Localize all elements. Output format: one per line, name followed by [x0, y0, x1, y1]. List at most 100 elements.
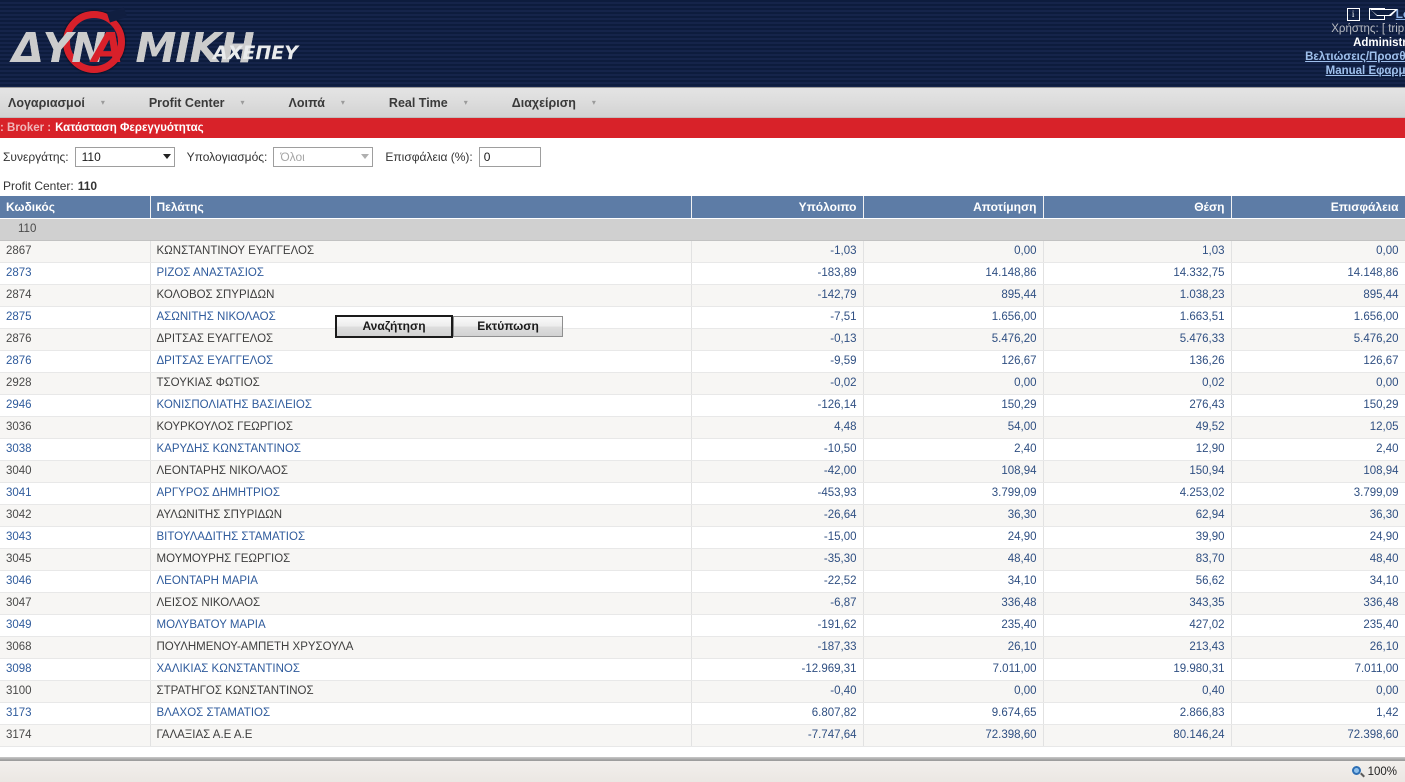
cell-code[interactable]: 3049 — [0, 614, 151, 637]
column-header-code[interactable]: Κωδικός — [0, 196, 151, 219]
cell-code[interactable]: 3046 — [0, 570, 151, 593]
column-header-client[interactable]: Πελάτης — [150, 196, 692, 219]
nav-item-profit-center[interactable]: Profit Center ▾ — [149, 96, 245, 110]
table-row[interactable]: 2867 ΚΩΝΣΤΑΝΤΙΝΟΥ ΕΥΑΓΓΕΛΟΣ -1,03 0,00 1,03 0… — [0, 240, 1405, 263]
cell-valuation: 26,10 — [863, 636, 1044, 659]
table-row[interactable]: 2873 ΡΙΖΟΣ ΑΝΑΣΤΑΣΙΟΣ -183,89 14.148,86 14.3… — [0, 262, 1405, 285]
cell-balance: 4,48 — [691, 416, 864, 439]
table-row[interactable]: 3046 ΛΕΟΝΤΑΡΗ ΜΑΡΙΑ -22,52 34,10 56,62 34,10 — [0, 570, 1405, 593]
table-row[interactable]: 3098 ΧΑΛΙΚΙΑΣ ΚΩΝΣΤΑΝΤΙΝΟΣ -12.969,31 7.011… — [0, 658, 1405, 681]
table-row[interactable]: 3045 ΜΟΥΜΟΥΡΗΣ ΓΕΩΡΓΙΟΣ -35,30 48,40 83,70 48… — [0, 548, 1405, 571]
cell-code[interactable]: 3036 — [0, 416, 151, 439]
table-row[interactable]: 3036 ΚΟΥΡΚΟΥΛΟΣ ΓΕΩΡΓΙΟΣ 4,48 54,00 49,52 12,… — [0, 416, 1405, 439]
cell-balance: 6.807,82 — [691, 702, 864, 725]
table-row[interactable]: 3047 ΛΕΙΣΟΣ ΝΙΚΟΛΑΟΣ -6,87 336,48 343,35 336,… — [0, 592, 1405, 615]
table-row[interactable]: 3040 ΛΕΟΝΤΑΡΗΣ ΝΙΚΟΛΑΟΣ -42,00 108,94 150,94… — [0, 460, 1405, 483]
nav-label: Profit Center — [148, 95, 225, 110]
table-row[interactable]: 3068 ΠΟΥΛΗΜΕΝΟΥ-ΑΜΠΕΤΗ ΧΡΥΣΟΥΛΑ -187,33 26,… — [0, 636, 1405, 659]
risk-input[interactable] — [478, 146, 541, 167]
table-row[interactable]: 2876 ΔΡΙΤΣΑΣ ΕΥΑΓΓΕΛΟΣ -9,59 126,67 136,26 12… — [0, 350, 1405, 373]
cell-code[interactable]: 3038 — [0, 438, 151, 461]
nav-item-diaxeirisi[interactable]: Διαχείριση ▾ — [512, 96, 596, 110]
group-row-label: 110 — [0, 218, 1405, 241]
cell-code[interactable]: 2876 — [0, 350, 151, 373]
table-row[interactable]: 3173 ΒΛΑΧΟΣ ΣΤΑΜΑΤΙΟΣ 6.807,82 9.674,65 2.86… — [0, 702, 1405, 725]
table-row[interactable]: 2946 ΚΟΝΙΣΠΟΛΙΑΤΗΣ ΒΑΣΙΛΕΙΟΣ -126,14 150,29… — [0, 394, 1405, 417]
table-row[interactable]: 3049 ΜΟΛΥΒΑΤΟΥ ΜΑΡΙΑ -191,62 235,40 427,02 23… — [0, 614, 1405, 637]
cell-code[interactable]: 2867 — [0, 240, 151, 263]
cell-balance: -7.747,64 — [691, 724, 864, 747]
cell-client: ΚΩΝΣΤΑΝΤΙΝΟΥ ΕΥΑΓΓΕΛΟΣ — [150, 240, 692, 263]
cell-code[interactable]: 3173 — [0, 702, 151, 725]
table-row[interactable]: 2928 ΤΣΟΥΚΙΑΣ ΦΩΤΙΟΣ -0,02 0,00 0,02 0,00 — [0, 372, 1405, 395]
cell-client[interactable]: ΚΟΝΙΣΠΟΛΙΑΤΗΣ ΒΑΣΙΛΕΙΟΣ — [150, 394, 692, 417]
cell-code[interactable]: 3043 — [0, 526, 151, 549]
table-row[interactable]: 2876 ΔΡΙΤΣΑΣ ΕΥΑΓΓΕΛΟΣ -0,13 5.476,20 5.476,… — [0, 328, 1405, 351]
nav-label: Real Time — [388, 95, 448, 110]
column-header-risk[interactable]: Επισφάλεια — [1231, 196, 1405, 219]
cell-client[interactable]: ΧΑΛΙΚΙΑΣ ΚΩΝΣΤΑΝΤΙΝΟΣ — [150, 658, 692, 681]
cell-code[interactable]: 2946 — [0, 394, 151, 417]
improvements-link[interactable]: Βελτιώσεις/Προσθήκ — [985, 50, 1405, 64]
cell-code[interactable]: 3041 — [0, 482, 151, 505]
envelope-icon[interactable] — [1368, 8, 1398, 20]
cell-client[interactable]: ΛΕΟΝΤΑΡΗ ΜΑΡΙΑ — [150, 570, 692, 593]
cell-valuation: 1.656,00 — [863, 306, 1044, 329]
cell-risk: 235,40 — [1231, 614, 1405, 637]
cell-code[interactable]: 3098 — [0, 658, 151, 681]
cell-code[interactable]: 2874 — [0, 284, 151, 307]
cell-position: 1.663,51 — [1043, 306, 1232, 329]
cell-code[interactable]: 3045 — [0, 548, 151, 571]
breadcrumb: : Broker : Κατάσταση Φερεγγυότητας — [0, 118, 1405, 138]
search-button[interactable]: Αναζήτηση — [335, 315, 453, 338]
cell-client[interactable]: ΜΟΛΥΒΑΤΟΥ ΜΑΡΙΑ — [150, 614, 692, 637]
user-name-line: Χρήστης: [ tripho — [1331, 23, 1405, 35]
calculation-select[interactable]: Όλοι — [273, 146, 374, 167]
cell-risk: 14.148,86 — [1231, 262, 1405, 285]
cell-client[interactable]: ΡΙΖΟΣ ΑΝΑΣΤΑΣΙΟΣ — [150, 262, 692, 285]
cell-risk: 0,00 — [1231, 680, 1405, 703]
cell-code[interactable]: 2873 — [0, 262, 151, 285]
cell-client[interactable]: ΑΡΓΥΡΟΣ ΔΗΜΗΤΡΙΟΣ — [150, 482, 692, 505]
cell-code[interactable]: 2928 — [0, 372, 151, 395]
zoom-control[interactable]: 100% — [1351, 765, 1397, 778]
cell-client[interactable]: ΔΡΙΤΣΑΣ ΕΥΑΓΓΕΛΟΣ — [150, 350, 692, 373]
cell-position: 1.038,23 — [1043, 284, 1232, 307]
table-row[interactable]: 2875 ΑΣΩΝΙΤΗΣ ΝΙΚΟΛΑΟΣ -7,51 1.656,00 1.663,… — [0, 306, 1405, 329]
manual-link[interactable]: Manual Εφαρμογ — [985, 64, 1405, 78]
print-button[interactable]: Εκτύπωση — [453, 316, 563, 337]
column-header-valuation[interactable]: Αποτίμηση — [863, 196, 1044, 219]
table-row[interactable]: 3038 ΚΑΡΥΔΗΣ ΚΩΝΣΤΑΝΤΙΝΟΣ -10,50 2,40 12,90 2… — [0, 438, 1405, 461]
cell-code[interactable]: 3040 — [0, 460, 151, 483]
cell-code[interactable]: 3100 — [0, 680, 151, 703]
cell-client: ΚΟΛΟΒΟΣ ΣΠΥΡΙΔΩΝ — [150, 284, 692, 307]
cell-code[interactable]: 2876 — [0, 328, 151, 351]
table-row[interactable]: 3042 ΑΥΛΩΝΙΤΗΣ ΣΠΥΡΙΔΩΝ -26,64 36,30 62,94 36… — [0, 504, 1405, 527]
cell-code[interactable]: 3174 — [0, 724, 151, 747]
cell-code[interactable]: 3068 — [0, 636, 151, 659]
table-row[interactable]: 2874 ΚΟΛΟΒΟΣ ΣΠΥΡΙΔΩΝ -142,79 895,44 1.038,2… — [0, 284, 1405, 307]
partner-select[interactable]: 110 — [74, 146, 175, 167]
cell-risk: 2,40 — [1231, 438, 1405, 461]
cell-code[interactable]: 2875 — [0, 306, 151, 329]
cell-valuation: 7.011,00 — [863, 658, 1044, 681]
cell-code[interactable]: 3047 — [0, 592, 151, 615]
column-header-position[interactable]: Θέση — [1043, 196, 1232, 219]
cell-balance: -6,87 — [691, 592, 864, 615]
table-row[interactable]: 3043 ΒΙΤΟΥΛΑΔΙΤΗΣ ΣΤΑΜΑΤΙΟΣ -15,00 24,90 39,… — [0, 526, 1405, 549]
cell-client[interactable]: ΒΙΤΟΥΛΑΔΙΤΗΣ ΣΤΑΜΑΤΙΟΣ — [150, 526, 692, 549]
cell-code[interactable]: 3042 — [0, 504, 151, 527]
table-row[interactable]: 3041 ΑΡΓΥΡΟΣ ΔΗΜΗΤΡΙΟΣ -453,93 3.799,09 4.25… — [0, 482, 1405, 505]
cell-client[interactable]: ΒΛΑΧΟΣ ΣΤΑΜΑΤΙΟΣ — [150, 702, 692, 725]
cell-balance: -10,50 — [691, 438, 864, 461]
cell-client[interactable]: ΚΑΡΥΔΗΣ ΚΩΝΣΤΑΝΤΙΝΟΣ — [150, 438, 692, 461]
nav-item-real-time[interactable]: Real Time ▾ — [389, 96, 468, 110]
info-icon[interactable]: i — [1346, 7, 1360, 21]
column-header-balance[interactable]: Υπόλοιπο — [691, 196, 864, 219]
user-role-line: Administrat — [1353, 37, 1405, 49]
nav-item-loipa[interactable]: Λοιπά ▾ — [289, 96, 345, 110]
table-row[interactable]: 3174 ΓΑΛΑΞΙΑΣ Α.Ε Α.Ε -7.747,64 72.398,60 80… — [0, 724, 1405, 747]
nav-item-logariasmoi[interactable]: Λογαριασμοί ▾ — [8, 96, 105, 110]
table-row[interactable]: 3100 ΣΤΡΑΤΗΓΟΣ ΚΩΝΣΤΑΝΤΙΝΟΣ -0,40 0,00 0,40 0… — [0, 680, 1405, 703]
solvency-table: Κωδικός Πελάτης Υπόλοιπο Αποτίμηση Θέση … — [0, 196, 1405, 747]
